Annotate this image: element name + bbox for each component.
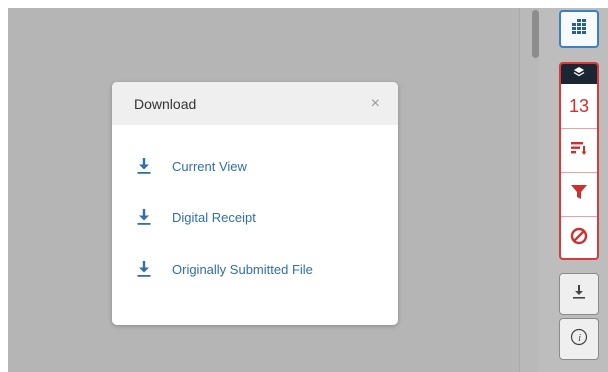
download-icon: [572, 284, 586, 305]
scrollbar-thumb[interactable]: [532, 10, 539, 58]
filter-count: 13: [568, 95, 590, 116]
option-label: Current View: [172, 158, 247, 174]
filter-tool-group: 13: [559, 62, 599, 260]
grid-view-button[interactable]: [559, 10, 599, 48]
sort-button[interactable]: [561, 128, 597, 172]
download-icon: [134, 258, 154, 280]
clear-filter-button[interactable]: [561, 216, 597, 258]
sort-icon: [570, 140, 588, 161]
modal-header: Download ×: [112, 82, 398, 125]
clear-filter-icon: [570, 227, 588, 250]
download-option-current-view[interactable]: Current View: [134, 155, 247, 177]
download-tool-button[interactable]: [559, 273, 599, 315]
modal-title: Download: [134, 95, 197, 112]
option-label: Originally Submitted File: [172, 261, 313, 277]
download-icon: [134, 155, 154, 177]
filter-icon: [570, 184, 588, 205]
info-button[interactable]: i: [559, 318, 599, 360]
layers-icon: [573, 65, 585, 83]
download-modal: Download × Current View Digital Receipt …: [112, 82, 398, 325]
close-icon[interactable]: ×: [371, 95, 380, 112]
filter-count-button[interactable]: 13: [561, 84, 597, 128]
info-icon: i: [570, 328, 588, 351]
filter-button[interactable]: [561, 172, 597, 216]
grid-icon: [569, 18, 589, 40]
svg-text:i: i: [578, 333, 581, 344]
download-icon: [134, 206, 154, 228]
layers-button[interactable]: [561, 64, 597, 84]
scrollbar-track[interactable]: [519, 8, 539, 372]
download-option-digital-receipt[interactable]: Digital Receipt: [134, 206, 256, 228]
option-label: Digital Receipt: [172, 209, 256, 225]
download-option-original-file[interactable]: Originally Submitted File: [134, 258, 313, 280]
app-viewport: 13 i Download × Current View Digital Rec…: [0, 0, 608, 372]
